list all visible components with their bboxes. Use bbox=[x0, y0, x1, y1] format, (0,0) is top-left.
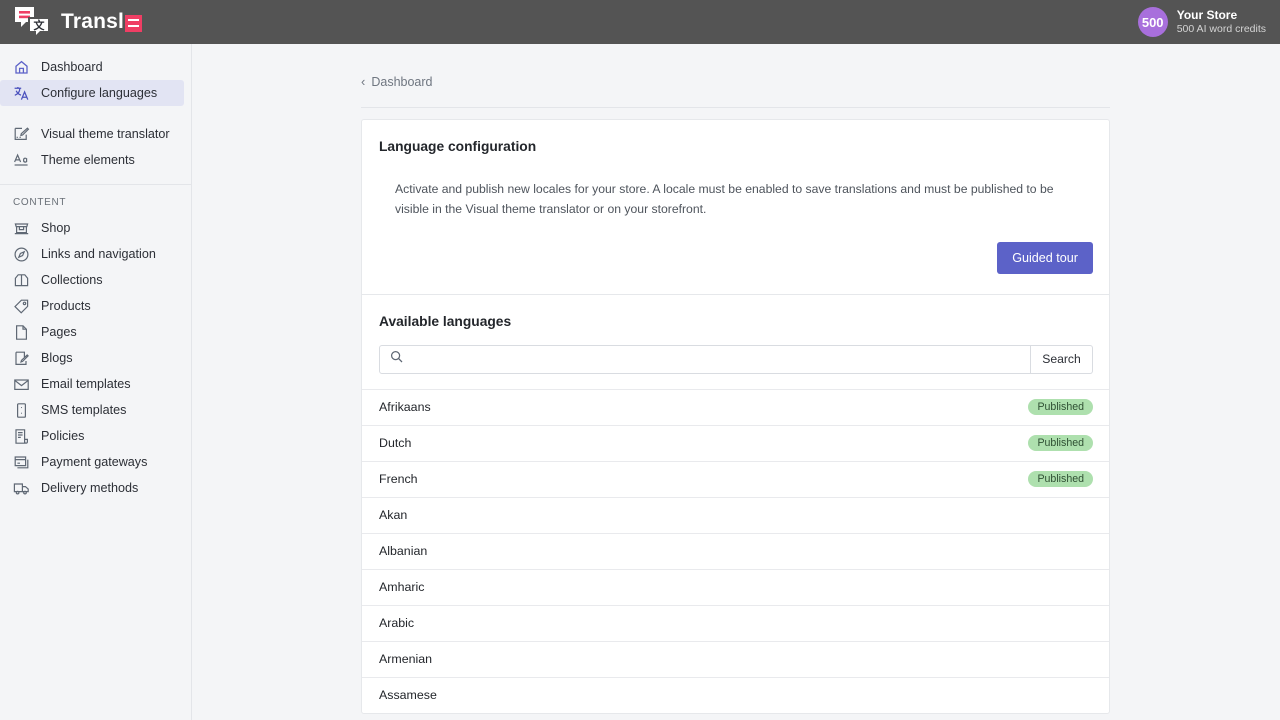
brand-name-text: Transl bbox=[61, 10, 124, 34]
theme-edit-icon bbox=[13, 126, 30, 143]
sidebar-item-policies[interactable]: Policies bbox=[0, 423, 184, 449]
blog-edit-icon bbox=[13, 350, 30, 367]
language-configuration-card: Language configuration Activate and publ… bbox=[361, 119, 1110, 714]
sidebar-item-shop[interactable]: Shop bbox=[0, 215, 184, 241]
breadcrumb-label: Dashboard bbox=[371, 75, 432, 89]
translate-bubbles-logo-icon: 文 bbox=[14, 6, 52, 38]
sidebar-item-label: Theme elements bbox=[41, 153, 135, 167]
sidebar-item-label: Delivery methods bbox=[41, 481, 138, 495]
list-item[interactable]: Arabic bbox=[362, 605, 1109, 641]
list-item[interactable]: Akan bbox=[362, 497, 1109, 533]
translate-icon bbox=[13, 85, 30, 102]
list-item[interactable]: Afrikaans Published bbox=[362, 389, 1109, 425]
home-icon bbox=[13, 59, 30, 76]
typography-icon bbox=[13, 152, 30, 169]
sidebar-item-pages[interactable]: Pages bbox=[0, 319, 184, 345]
sidebar-item-label: Payment gateways bbox=[41, 455, 147, 469]
language-name: Assamese bbox=[379, 688, 437, 702]
collection-icon bbox=[13, 272, 30, 289]
store-icon bbox=[13, 220, 30, 237]
sidebar-item-theme-elements[interactable]: Theme elements bbox=[0, 147, 184, 173]
sidebar-item-configure-languages[interactable]: Configure languages bbox=[0, 80, 184, 106]
language-name: Akan bbox=[379, 508, 407, 522]
list-item[interactable]: Assamese bbox=[362, 677, 1109, 713]
sidebar-item-label: Visual theme translator bbox=[41, 127, 170, 141]
truck-icon bbox=[13, 480, 30, 497]
sidebar-item-delivery-methods[interactable]: Delivery methods bbox=[0, 475, 184, 501]
sidebar-item-label: Policies bbox=[41, 429, 84, 443]
brand-name: Transl bbox=[61, 10, 142, 34]
sidebar: Dashboard Configure languages Visual the… bbox=[0, 44, 192, 720]
top-bar: 文 Transl 500 Your Store 500 AI word cred… bbox=[0, 0, 1280, 44]
available-languages-title: Available languages bbox=[362, 295, 1109, 329]
brand-logo[interactable]: 文 Transl bbox=[14, 6, 142, 38]
translate-badge-icon bbox=[125, 15, 142, 32]
page-title: Language configuration bbox=[362, 120, 1109, 154]
svg-text:文: 文 bbox=[34, 18, 46, 32]
list-item[interactable]: Amharic bbox=[362, 569, 1109, 605]
language-name: Afrikaans bbox=[379, 400, 431, 414]
card-actions: Guided tour bbox=[362, 220, 1109, 294]
sidebar-item-label: SMS templates bbox=[41, 403, 126, 417]
sidebar-item-label: Configure languages bbox=[41, 86, 157, 100]
status-badge: Published bbox=[1028, 435, 1093, 452]
available-languages-list: Afrikaans Published Dutch Published Fren… bbox=[362, 389, 1109, 713]
sidebar-item-label: Email templates bbox=[41, 377, 131, 391]
search-icon bbox=[390, 350, 403, 368]
page-icon bbox=[13, 324, 30, 341]
guided-tour-button[interactable]: Guided tour bbox=[997, 242, 1093, 274]
breadcrumb[interactable]: ‹ Dashboard bbox=[361, 74, 433, 89]
account-menu[interactable]: 500 Your Store 500 AI word credits bbox=[1138, 7, 1266, 37]
sidebar-item-payment-gateways[interactable]: Payment gateways bbox=[0, 449, 184, 475]
compass-icon bbox=[13, 246, 30, 263]
sidebar-item-links-and-navigation[interactable]: Links and navigation bbox=[0, 241, 184, 267]
phone-icon bbox=[13, 402, 30, 419]
sidebar-item-label: Dashboard bbox=[41, 60, 103, 74]
search-input[interactable] bbox=[411, 352, 1020, 366]
sidebar-item-visual-theme-translator[interactable]: Visual theme translator bbox=[0, 121, 184, 147]
list-item[interactable]: French Published bbox=[362, 461, 1109, 497]
list-item[interactable]: Albanian bbox=[362, 533, 1109, 569]
language-name: French bbox=[379, 472, 418, 486]
sidebar-item-label: Links and navigation bbox=[41, 247, 156, 261]
store-name: Your Store bbox=[1177, 8, 1266, 23]
sidebar-item-email-templates[interactable]: Email templates bbox=[0, 371, 184, 397]
search-box[interactable] bbox=[379, 345, 1031, 374]
language-name: Amharic bbox=[379, 580, 424, 594]
language-name: Arabic bbox=[379, 616, 414, 630]
sidebar-item-collections[interactable]: Collections bbox=[0, 267, 184, 293]
page-divider bbox=[361, 107, 1110, 108]
sidebar-item-sms-templates[interactable]: SMS templates bbox=[0, 397, 184, 423]
sidebar-item-label: Pages bbox=[41, 325, 77, 339]
language-name: Armenian bbox=[379, 652, 432, 666]
search-row: Search bbox=[362, 329, 1109, 374]
envelope-icon bbox=[13, 376, 30, 393]
sidebar-item-products[interactable]: Products bbox=[0, 293, 184, 319]
main-content: ‹ Dashboard Language configuration Activ… bbox=[192, 44, 1280, 720]
sidebar-item-label: Blogs bbox=[41, 351, 73, 365]
sidebar-item-label: Shop bbox=[41, 221, 70, 235]
sidebar-item-blogs[interactable]: Blogs bbox=[0, 345, 184, 371]
list-item[interactable]: Dutch Published bbox=[362, 425, 1109, 461]
policy-document-icon bbox=[13, 428, 30, 445]
status-badge: Published bbox=[1028, 399, 1093, 416]
sidebar-item-label: Products bbox=[41, 299, 91, 313]
credits-label: 500 AI word credits bbox=[1177, 23, 1266, 36]
tag-icon bbox=[13, 298, 30, 315]
status-badge: Published bbox=[1028, 471, 1093, 488]
search-button[interactable]: Search bbox=[1031, 345, 1093, 374]
list-item[interactable]: Armenian bbox=[362, 641, 1109, 677]
card-description: Activate and publish new locales for you… bbox=[362, 154, 1109, 220]
language-name: Albanian bbox=[379, 544, 427, 558]
payment-card-icon bbox=[13, 454, 30, 471]
language-name: Dutch bbox=[379, 436, 411, 450]
chevron-left-icon: ‹ bbox=[361, 74, 365, 89]
avatar: 500 bbox=[1138, 7, 1168, 37]
sidebar-item-label: Collections bbox=[41, 273, 103, 287]
sidebar-group-title: CONTENT bbox=[0, 185, 191, 215]
account-info: Your Store 500 AI word credits bbox=[1177, 8, 1266, 36]
sidebar-item-dashboard[interactable]: Dashboard bbox=[0, 54, 184, 80]
